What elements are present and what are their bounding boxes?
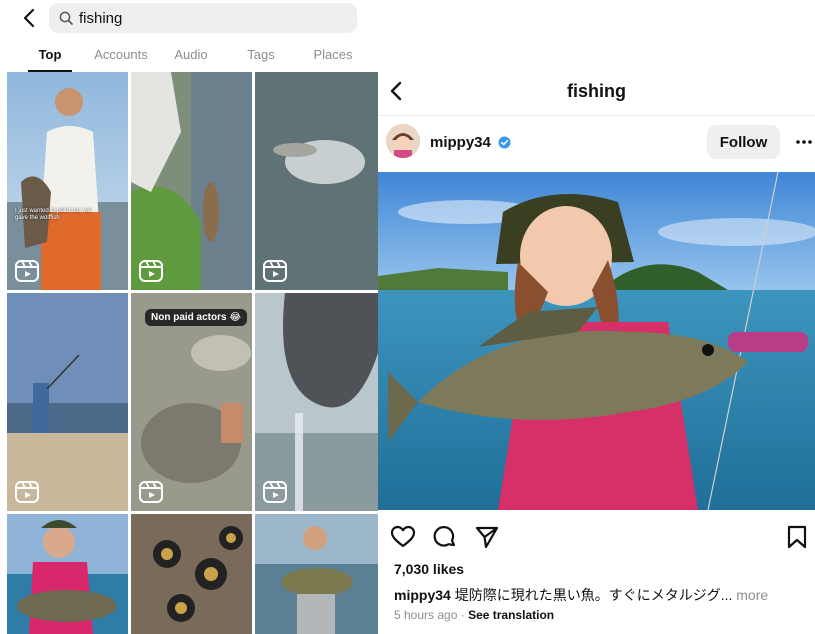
tile-thumbnail [255, 293, 378, 511]
grid-tile[interactable]: I just wanted to point out, we gave the … [7, 72, 128, 290]
grid-tile[interactable]: Non paid actors 😂 [131, 293, 252, 511]
avatar[interactable] [386, 124, 420, 158]
tab-places[interactable]: Places [306, 47, 360, 62]
tile-thumbnail [7, 293, 128, 511]
search-results-panel: Top Accounts Audio Tags Places I just wa… [0, 0, 378, 634]
post-header-bar: fishing [378, 66, 815, 116]
search-bar[interactable] [49, 3, 357, 33]
comment-icon[interactable] [432, 524, 458, 550]
tile-thumbnail [255, 514, 378, 634]
post-author-row: mippy34 Follow [378, 118, 815, 170]
reel-icon [263, 260, 287, 282]
grid-tile[interactable] [255, 72, 378, 290]
post-meta: 5 hours ago · See translation [394, 608, 554, 622]
grid-tile[interactable] [7, 514, 128, 634]
post-detail-panel: fishing mippy34 Follow 7,030 likes mippy… [378, 0, 815, 634]
grid-tile[interactable] [7, 293, 128, 511]
search-tabs: Top Accounts Audio Tags Places [0, 38, 378, 72]
tile-thumbnail [255, 72, 378, 290]
tab-accounts[interactable]: Accounts [86, 47, 156, 62]
more-options-icon[interactable] [794, 133, 814, 151]
likes-count[interactable]: 7,030 likes [394, 561, 464, 577]
post-caption: mippy34 堤防際に現れた黒い魚。すぐにメタルジグ... more [394, 585, 814, 605]
grid-tile[interactable] [131, 72, 252, 290]
grid-tile[interactable] [255, 514, 378, 634]
results-grid: I just wanted to point out, we gave the … [7, 72, 378, 634]
tab-audio[interactable]: Audio [166, 47, 216, 62]
heart-icon[interactable] [390, 524, 416, 550]
caption-username[interactable]: mippy34 [394, 587, 451, 603]
grid-tile[interactable] [131, 514, 252, 634]
tile-thumbnail [7, 514, 128, 634]
reel-icon [139, 260, 163, 282]
tile-overlay-label: Non paid actors 😂 [145, 309, 248, 326]
caption-text: 堤防際に現れた黒い魚。すぐにメタルジグ... [454, 587, 733, 603]
username[interactable]: mippy34 [430, 134, 491, 151]
back-arrow-icon[interactable] [18, 6, 42, 30]
post-timestamp: 5 hours ago [394, 608, 458, 622]
search-input[interactable] [79, 9, 339, 27]
search-icon [59, 11, 73, 25]
tile-caption: I just wanted to point out, we gave the … [15, 208, 92, 221]
reel-icon [15, 481, 39, 503]
tab-top[interactable]: Top [30, 47, 70, 62]
reel-icon [139, 481, 163, 503]
caption-more-link[interactable]: more [736, 587, 768, 603]
post-photo[interactable] [378, 172, 815, 510]
see-translation-link[interactable]: See translation [468, 608, 554, 622]
tile-thumbnail [131, 514, 252, 634]
follow-button[interactable]: Follow [707, 125, 780, 159]
tile-thumbnail [7, 72, 128, 290]
tile-thumbnail [131, 72, 252, 290]
reel-icon [15, 260, 39, 282]
share-icon[interactable] [474, 524, 500, 550]
tab-tags[interactable]: Tags [238, 47, 284, 62]
meta-separator: · [460, 608, 465, 622]
page-title: fishing [567, 81, 626, 101]
reel-icon [263, 481, 287, 503]
post-photo-image [378, 172, 815, 510]
bookmark-icon[interactable] [784, 524, 810, 550]
post-actions [378, 520, 815, 550]
verified-badge-icon [498, 136, 511, 149]
grid-tile[interactable] [255, 293, 378, 511]
